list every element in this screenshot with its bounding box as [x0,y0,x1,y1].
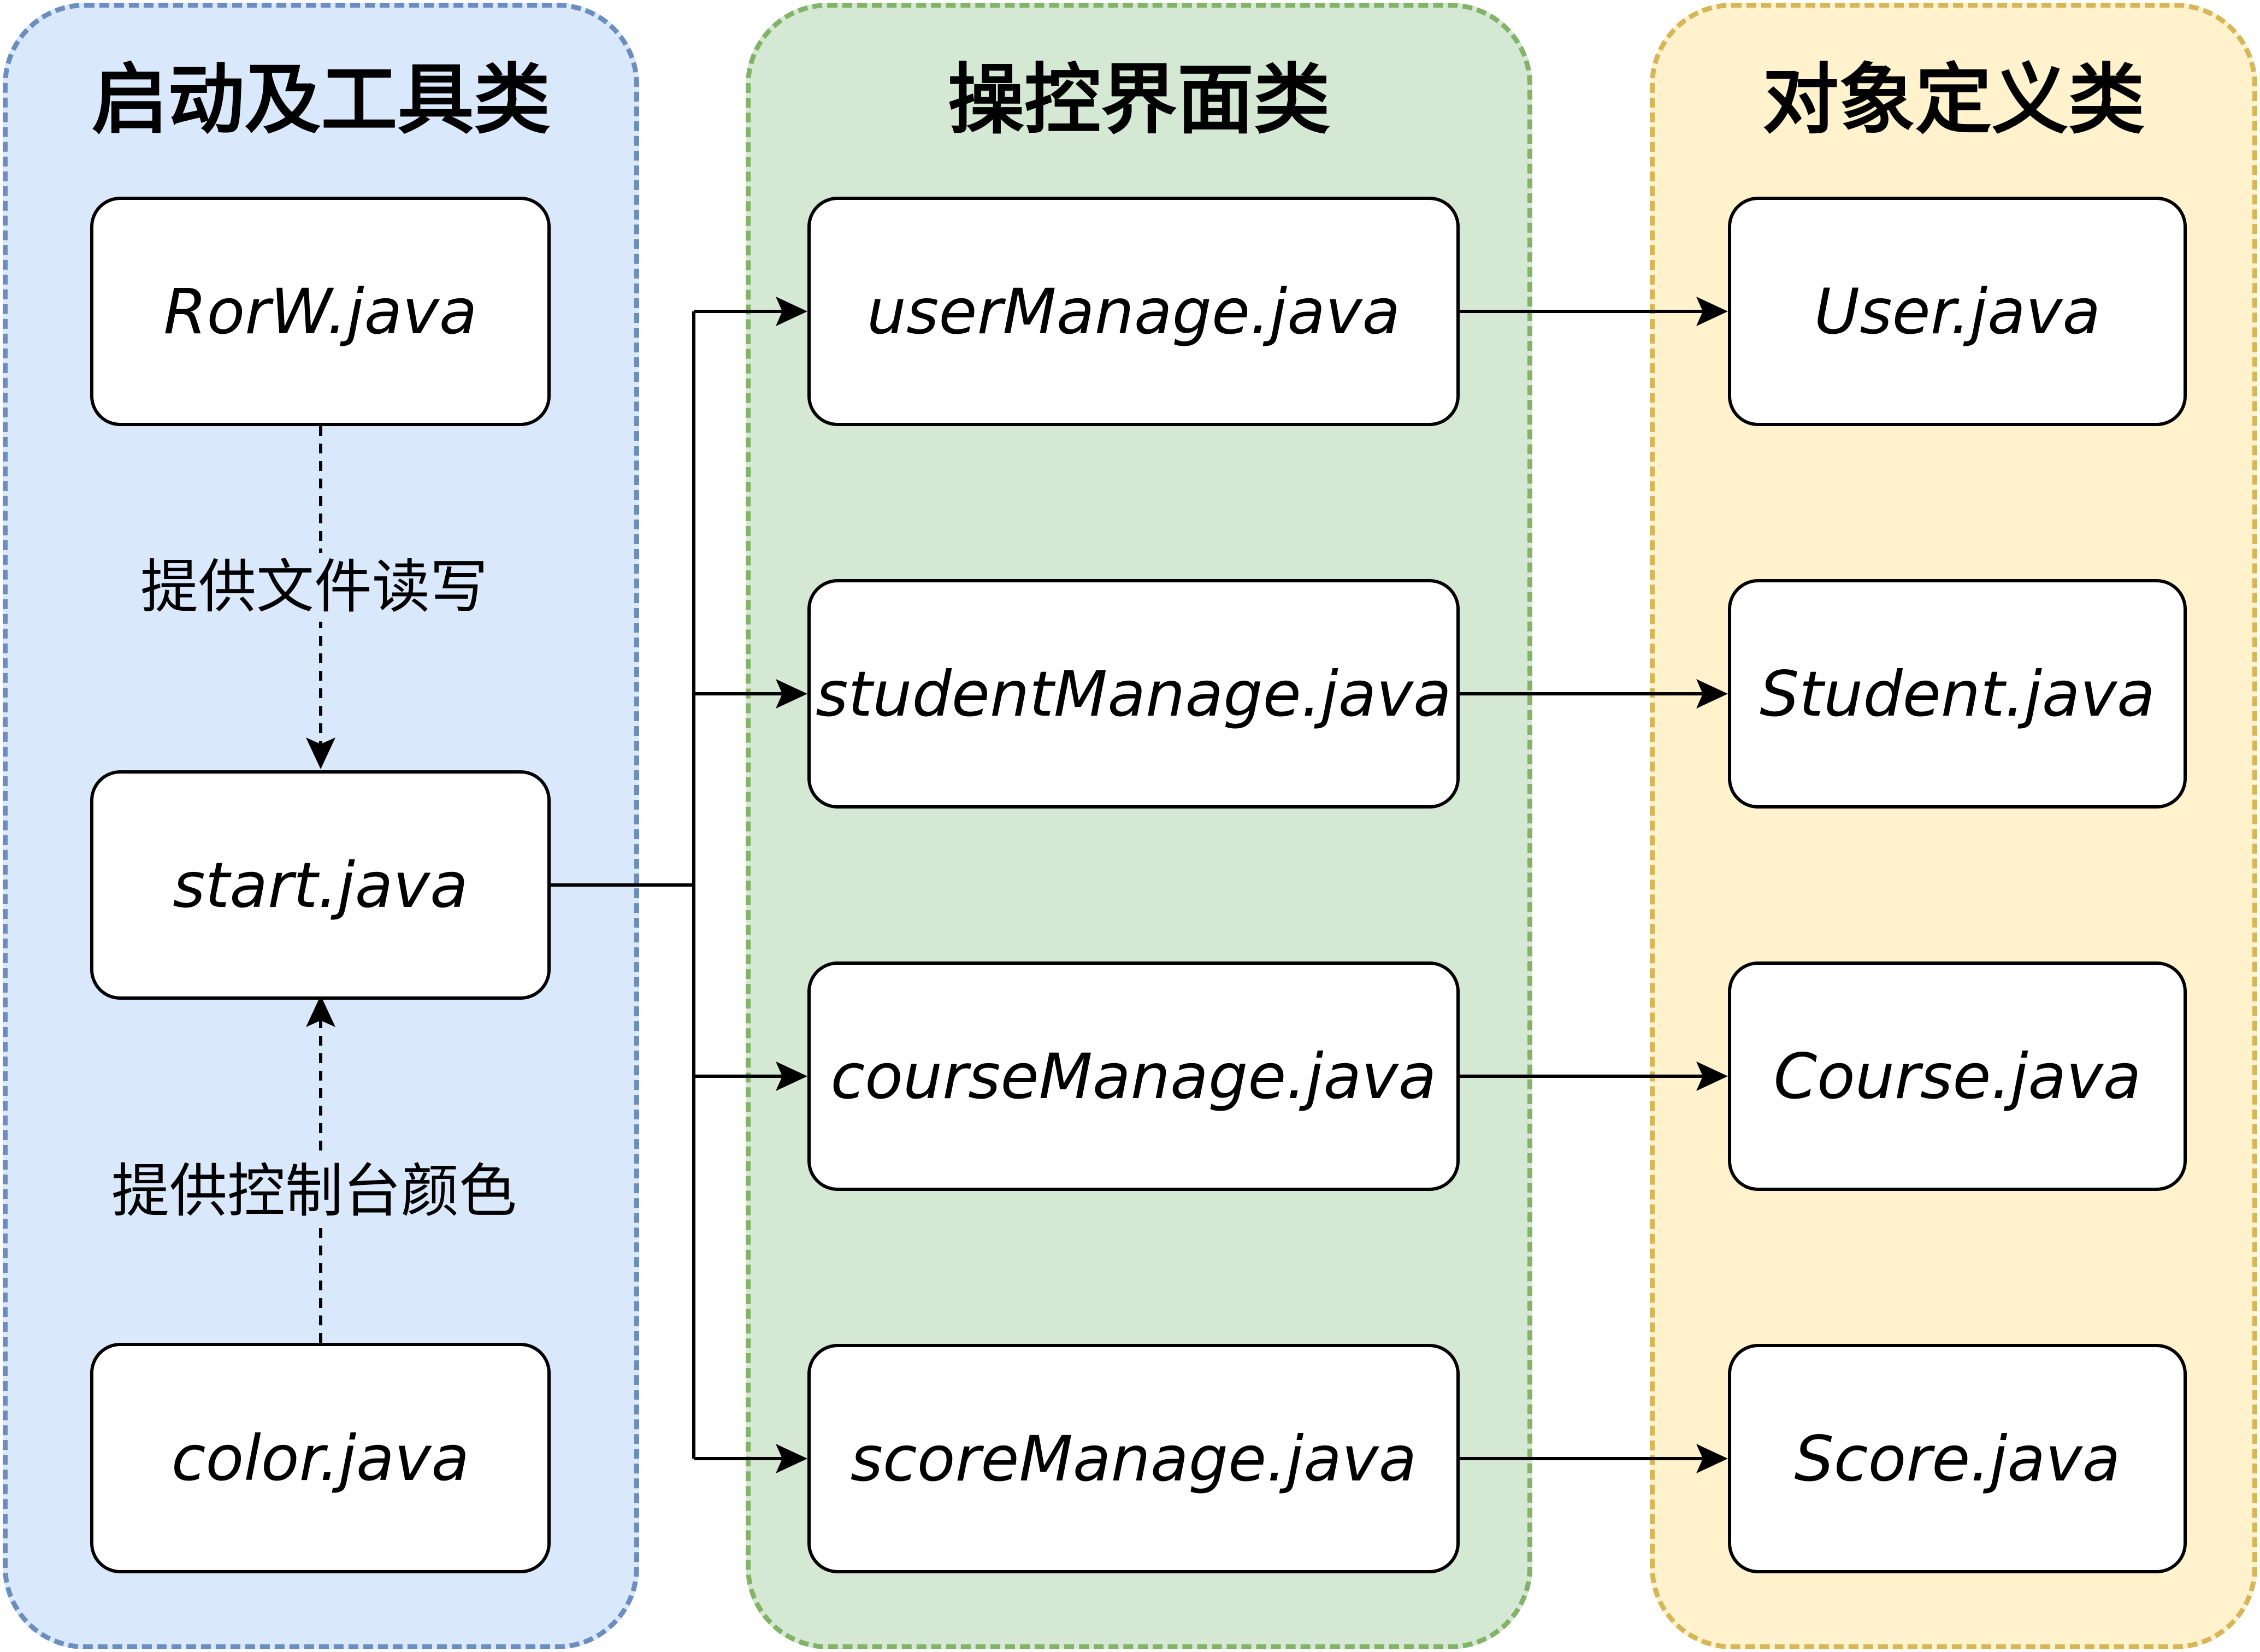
node-label-user: User.java [1814,275,2101,348]
node-label-color: color.java [171,1421,470,1495]
edge-label-console-color: 提供控制台颜色 [111,1157,517,1226]
node-rorw: RorW.java [90,197,551,426]
node-user-manage: userManage.java [807,197,1460,426]
node-label-course: Course.java [1773,1040,2141,1113]
node-student-manage: studentManage.java [807,579,1460,809]
node-label-rorw: RorW.java [163,275,477,348]
node-label-student: Student.java [1760,657,2155,730]
node-label-score: Score.java [1794,1422,2121,1495]
node-start: start.java [90,770,551,1000]
node-course: Course.java [1728,961,2187,1191]
node-score-manage: scoreManage.java [807,1344,1460,1573]
node-score: Score.java [1728,1344,2187,1573]
node-label-course-manage: courseManage.java [830,1040,1437,1113]
node-user: User.java [1728,197,2187,426]
edge-label-file-rw: 提供文件读写 [140,553,488,622]
node-label-student-manage: studentManage.java [816,657,1451,730]
node-label-user-manage: userManage.java [866,275,1401,348]
node-color: color.java [90,1343,551,1573]
node-label-score-manage: scoreManage.java [850,1422,1417,1495]
node-course-manage: courseManage.java [807,961,1460,1191]
node-label-start: start.java [173,848,468,922]
node-student: Student.java [1728,579,2187,809]
